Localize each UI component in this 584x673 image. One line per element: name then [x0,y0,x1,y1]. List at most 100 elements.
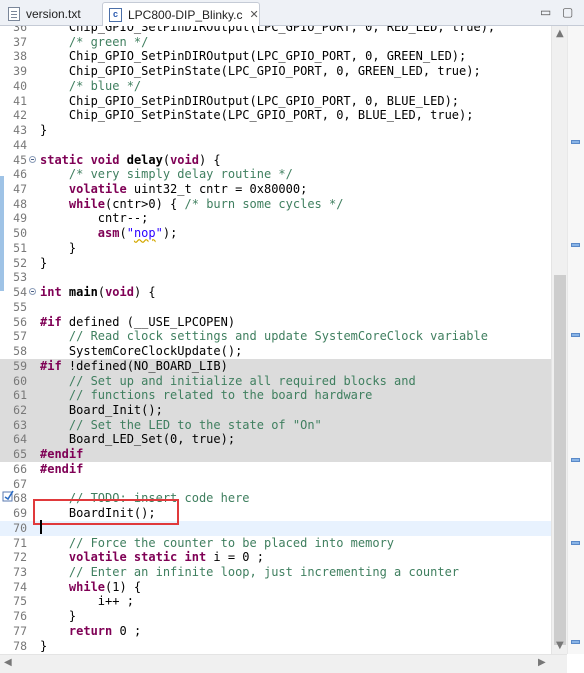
code-line[interactable]: 58 SystemCoreClockUpdate(); [0,344,551,359]
code-text: #if defined (__USE_LPCOPEN) [40,314,236,329]
overview-marker[interactable] [571,333,580,337]
text-cursor [40,520,42,534]
line-number: 42 [13,108,27,123]
code-line[interactable]: 49 cntr--; [0,211,551,226]
horizontal-scrollbar[interactable]: ◀ ▶ [0,654,567,673]
code-line[interactable]: 59 #if !defined(NO_BOARD_LIB) [0,358,551,374]
code-line[interactable]: 73 // Enter an infinite loop, just incre… [0,565,551,580]
code-text: #endif [40,461,84,476]
code-line[interactable]: 65 #endif [0,447,551,462]
code-line[interactable]: 40 /* blue */ [0,79,551,94]
line-number: 54 [13,285,27,300]
line-number: 77 [13,623,27,638]
tab-lpc800-blinky[interactable]: c LPC800-DIP_Blinky.c ✕ [102,2,260,26]
line-number: 70 [13,520,27,535]
code-line[interactable]: 72 volatile static int i = 0 ; [0,550,551,565]
scroll-down-arrow-icon[interactable]: ▼ [556,640,564,651]
code-text: } [40,240,77,255]
overview-marker[interactable] [571,140,580,144]
code-text: // Set up and initialize all required bl… [68,373,416,388]
code-line[interactable]: 56 #if defined (__USE_LPCOPEN) [0,315,551,330]
code-line[interactable]: 64 Board_LED_Set(0, true); [0,432,551,448]
code-text: } [40,609,77,624]
line-number: 66 [13,461,27,476]
code-text: while(1) { [68,579,142,594]
line-number: 64 [13,432,27,447]
code-line[interactable]: 42 Chip_GPIO_SetPinState(LPC_GPIO_PORT, … [0,108,551,123]
code-line[interactable]: 76 } [0,609,551,624]
code-text: return 0 ; [68,623,142,638]
code-line[interactable]: 71 // Force the counter to be placed int… [0,536,551,551]
code-line[interactable]: 36 Chip_GPIO_SetPinDIROutput(LPC_GPIO_PO… [0,26,551,35]
code-text: static void delay(void) { [40,152,221,167]
line-number: 36 [13,26,27,34]
vertical-scrollbar[interactable]: ▲ ▼ [551,26,568,654]
code-line[interactable]: 52} [0,256,551,271]
scroll-left-arrow-icon[interactable]: ◀ [4,657,12,668]
code-line[interactable]: 46 /* very simply delay routine */ [0,167,551,182]
maximize-button[interactable]: ▢ [562,5,573,19]
code-line[interactable]: 63 // Set the LED to the state of "On" [0,417,551,433]
code-line[interactable]: 48 while(cntr>0) { /* burn some cycles *… [0,197,551,212]
code-line[interactable]: 53 [0,270,551,285]
close-tab-icon[interactable]: ✕ [250,8,259,21]
code-line[interactable]: 74 while(1) { [0,580,551,595]
code-line[interactable]: 75 i++ ; [0,594,551,609]
code-line[interactable]: 39 Chip_GPIO_SetPinState(LPC_GPIO_PORT, … [0,64,551,79]
code-line[interactable]: 51 } [0,241,551,256]
code-line[interactable]: 60 // Set up and initialize all required… [0,373,551,389]
line-number: 78 [13,638,27,653]
code-text: // functions related to the board hardwa… [68,388,373,403]
overview-marker[interactable] [571,243,580,247]
line-number: 59 [13,358,27,373]
scroll-up-arrow-icon[interactable]: ▲ [556,28,564,39]
line-number: 48 [13,196,27,211]
code-text: volatile static int i = 0 ; [68,550,264,565]
line-number: 52 [13,255,27,270]
overview-marker[interactable] [571,640,580,644]
line-number: 74 [13,579,27,594]
code-line[interactable]: 54 int main(void) { [0,285,551,300]
scroll-right-arrow-icon[interactable]: ▶ [538,657,546,668]
overview-marker[interactable] [571,458,580,462]
code-text: Chip_GPIO_SetPinState(LPC_GPIO_PORT, 0, … [40,108,474,123]
code-line[interactable]: 55 [0,300,551,315]
line-number: 40 [13,78,27,93]
code-line[interactable]: 66 #endif [0,462,551,477]
code-line[interactable]: 41 Chip_GPIO_SetPinDIROutput(LPC_GPIO_PO… [0,94,551,109]
code-editor[interactable]: 36 Chip_GPIO_SetPinDIROutput(LPC_GPIO_PO… [0,26,551,654]
line-number: 75 [13,594,27,609]
code-line[interactable]: 44 [0,138,551,153]
code-text: // Force the counter to be placed into m… [68,535,395,550]
code-text: } [40,255,48,270]
code-line[interactable]: 57 // Read clock settings and update Sys… [0,329,551,344]
code-line[interactable]: 78} [0,639,551,654]
code-text: // Read clock settings and update System… [68,329,488,344]
line-number: 41 [13,93,27,108]
line-number: 44 [13,137,27,152]
code-text: #if !defined(NO_BOARD_LIB) [40,358,228,373]
code-text: cntr--; [40,211,149,226]
code-line[interactable]: 43} [0,123,551,138]
line-number: 46 [13,167,27,182]
code-line[interactable]: 38 Chip_GPIO_SetPinDIROutput(LPC_GPIO_PO… [0,49,551,64]
code-line[interactable]: 37 /* green */ [0,35,551,50]
code-line[interactable]: 62 Board_Init(); [0,402,551,418]
line-number: 57 [13,329,27,344]
code-line[interactable]: 77 return 0 ; [0,624,551,639]
code-text: i++ ; [40,594,134,609]
code-line[interactable]: 61 // functions related to the board har… [0,388,551,403]
line-number: 69 [13,506,27,521]
scrollbar-thumb[interactable] [554,275,566,645]
fold-toggle-icon[interactable] [29,155,36,163]
code-line[interactable]: 47 volatile uint32_t cntr = 0x80000; [0,182,551,197]
tab-version-txt[interactable]: version.txt [2,3,102,25]
fold-toggle-icon[interactable] [29,288,36,296]
line-number: 60 [13,373,27,388]
minimize-button[interactable]: ▭ [540,5,551,19]
overview-ruler[interactable] [567,26,584,654]
code-line[interactable]: 50 asm("nop"); [0,226,551,241]
code-line[interactable]: 45 static void delay(void) { [0,153,551,168]
overview-marker[interactable] [571,541,580,545]
code-line[interactable]: 67 [0,477,551,492]
